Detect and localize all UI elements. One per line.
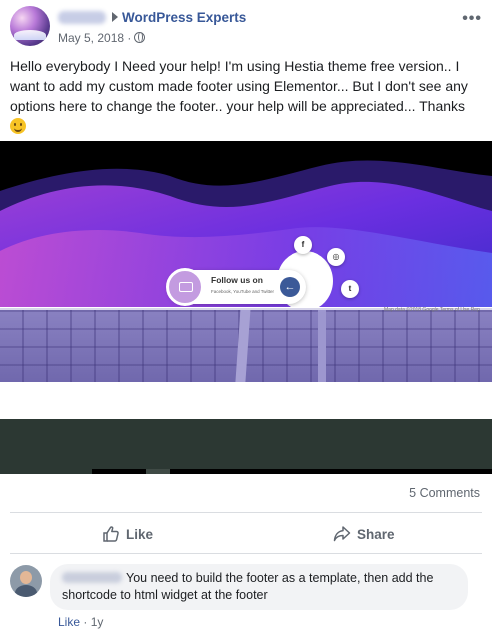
commenter-avatar[interactable] <box>10 565 42 597</box>
comment-time[interactable]: 1y <box>91 615 104 629</box>
instagram-icon[interactable]: ◎ <box>327 248 345 266</box>
comment-bubble: You need to build the footer as a templa… <box>50 564 468 610</box>
more-options-icon[interactable]: ••• <box>462 10 482 28</box>
follow-title: Follow us on <box>211 275 263 285</box>
footer-preview <box>0 419 492 474</box>
smile-emoji-icon <box>10 118 26 134</box>
map-road <box>318 308 326 382</box>
author-name-blurred[interactable] <box>58 11 106 24</box>
post-date[interactable]: May 5, 2018 <box>58 31 124 45</box>
divider <box>10 512 482 513</box>
post-body: Hello everybody I Need your help! I'm us… <box>10 58 468 114</box>
share-label: Share <box>357 527 395 542</box>
map-section <box>0 308 492 382</box>
comment: You need to build the footer as a templa… <box>10 563 482 630</box>
map-credits: Map data ©2018 Google Terms of Use Rep <box>384 307 480 313</box>
footer-bar-mark <box>146 469 170 474</box>
post-meta: May 5, 2018 · <box>58 31 146 45</box>
divider <box>10 553 482 554</box>
follow-us-card[interactable]: Follow us on Facebook, YouTube and Twitt… <box>166 268 306 306</box>
post-author-line: WordPress Experts <box>58 10 246 28</box>
like-button[interactable]: Like <box>102 524 153 546</box>
facebook-icon[interactable]: f <box>294 236 312 254</box>
globe-icon <box>134 32 146 43</box>
arrow-left-icon[interactable]: ← <box>280 277 300 297</box>
comment-actions: Like · 1y <box>58 615 103 629</box>
post-text: Hello everybody I Need your help! I'm us… <box>10 56 484 136</box>
author-avatar[interactable] <box>10 6 50 46</box>
comment-separator: · <box>83 615 88 629</box>
arrow-right-icon <box>112 12 118 22</box>
post-image[interactable]: f ◎ t Follow us on Facebook, YouTube and… <box>0 141 492 474</box>
meta-separator: · <box>127 31 132 45</box>
comments-count[interactable]: 5 Comments <box>409 486 480 500</box>
hero-banner: f ◎ t Follow us on Facebook, YouTube and… <box>0 141 492 307</box>
share-arrow-icon <box>333 526 351 542</box>
like-label: Like <box>126 527 154 542</box>
thumbs-up-icon <box>103 526 119 542</box>
share-button[interactable]: Share <box>333 524 395 546</box>
group-name-link[interactable]: WordPress Experts <box>122 10 246 25</box>
share-icon <box>166 268 204 306</box>
commenter-name-blurred[interactable] <box>62 572 122 583</box>
follow-subtitle: Facebook, YouTube and Twitter <box>211 289 275 294</box>
twitter-icon[interactable]: t <box>341 280 359 298</box>
post-header: WordPress Experts May 5, 2018 · ••• <box>10 6 482 50</box>
comment-like-link[interactable]: Like <box>58 615 80 629</box>
